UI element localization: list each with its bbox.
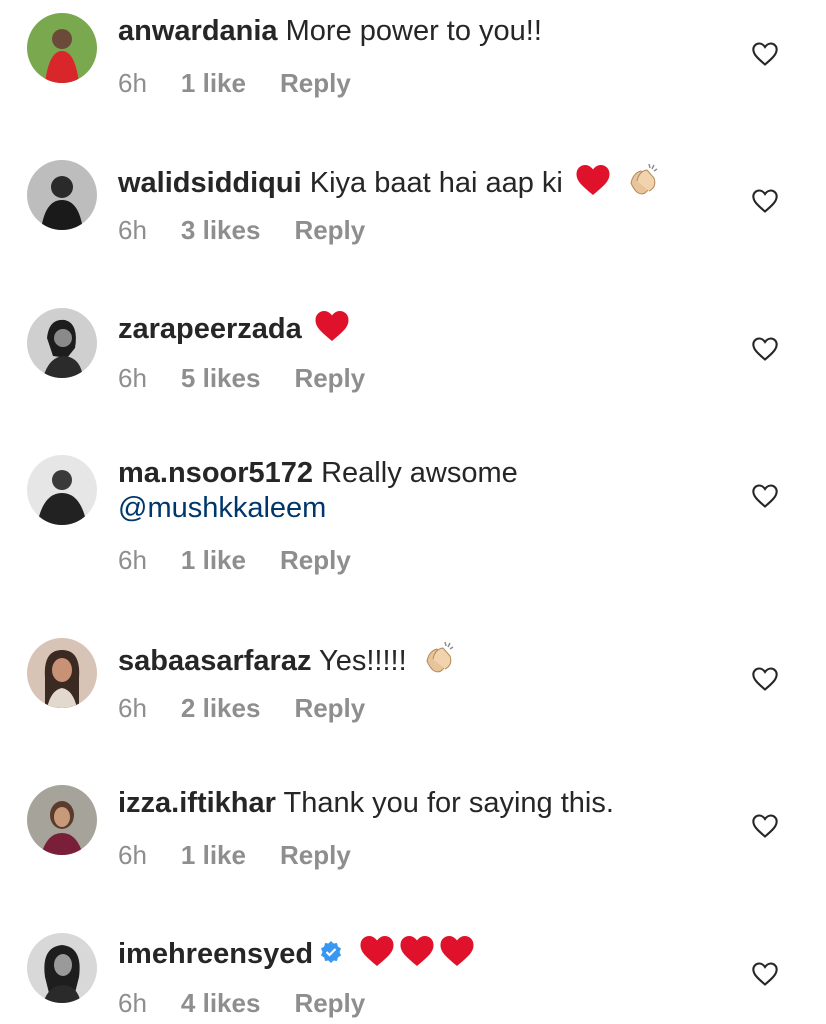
reply-button[interactable]: Reply [280,545,351,575]
comment-text: Kiya baat hai aap ki [309,167,563,200]
like-heart-icon[interactable] [751,482,779,510]
comment-username[interactable]: ma.nsoor5172 [118,457,313,489]
avatar[interactable] [27,308,97,378]
avatar[interactable] [27,455,97,525]
avatar[interactable] [27,13,97,83]
red-heart-icon [575,163,611,206]
comment-time: 6h [118,840,147,870]
comment-likes[interactable]: 3 likes [181,215,261,245]
comment-likes[interactable]: 5 likes [181,363,261,393]
comment-mention-link[interactable]: @mushkkaleem [118,492,326,524]
reply-button[interactable]: Reply [280,68,351,98]
reply-button[interactable]: Reply [294,363,365,393]
comment-time: 6h [118,215,147,245]
comment-username[interactable]: izza.iftikhar [118,787,276,819]
comment-text: Thank you for saying this. [283,787,614,819]
comment-likes[interactable]: 4 likes [181,988,261,1018]
avatar[interactable] [27,933,97,1003]
comment-likes[interactable]: 1 like [181,68,246,98]
like-heart-icon[interactable] [751,40,779,68]
comment-text: Really awsome [321,457,518,489]
comment-time: 6h [118,988,147,1018]
red-heart-icon [399,934,435,977]
comment-username[interactable]: imehreensyed [118,938,313,970]
clapping-hands-icon [623,161,663,208]
avatar[interactable] [27,785,97,855]
comment-likes[interactable]: 2 likes [181,693,261,723]
comment-time: 6h [118,545,147,575]
like-heart-icon[interactable] [751,960,779,988]
like-heart-icon[interactable] [751,335,779,363]
red-heart-icon [314,309,350,352]
reply-button[interactable]: Reply [280,840,351,870]
reply-button[interactable]: Reply [294,693,365,723]
reply-button[interactable]: Reply [294,215,365,245]
comment-username[interactable]: zarapeerzada [118,313,302,345]
avatar[interactable] [27,160,97,230]
comment-time: 6h [118,693,147,723]
avatar[interactable] [27,638,97,708]
comment-text: Yes!!!!! [319,645,407,678]
comment-time: 6h [118,68,147,98]
comment-likes[interactable]: 1 like [181,545,246,575]
comment-likes[interactable]: 1 like [181,840,246,870]
clapping-hands-icon [419,639,459,686]
comment-username[interactable]: anwardania [118,15,278,47]
comment-username[interactable]: sabaasarfaraz [118,645,311,677]
comment-username[interactable]: walidsiddiqui [118,167,302,199]
red-heart-icon [359,934,395,977]
like-heart-icon[interactable] [751,665,779,693]
verified-badge-icon [319,938,343,973]
reply-button[interactable]: Reply [294,988,365,1018]
comment-time: 6h [118,363,147,393]
red-heart-icon [439,934,475,977]
like-heart-icon[interactable] [751,187,779,215]
like-heart-icon[interactable] [751,812,779,840]
comment-text: More power to you!! [285,15,542,47]
